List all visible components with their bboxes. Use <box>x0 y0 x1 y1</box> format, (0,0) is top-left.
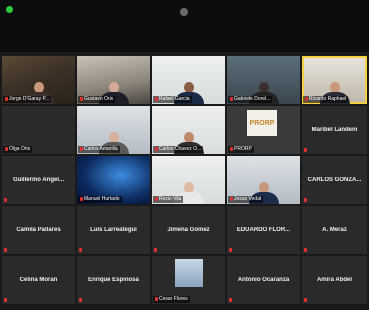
muted-mic-icon <box>229 248 232 252</box>
video-tile[interactable]: PRORP PRORP <box>227 106 300 154</box>
muted-mic-icon <box>5 146 8 151</box>
video-tile[interactable]: Jesus Vedat <box>227 156 300 204</box>
muted-mic-icon <box>229 298 232 302</box>
muted-mic-icon <box>4 198 7 202</box>
video-tile[interactable]: Enrique Espinosa <box>77 256 150 304</box>
video-tile[interactable]: Cesar Flores <box>152 256 225 304</box>
participant-label: Olga Oris <box>3 146 33 153</box>
connection-status-icon <box>6 6 13 13</box>
video-tile[interactable]: Luis Larreategui <box>77 206 150 254</box>
participant-label: Rocio Vila <box>153 196 184 203</box>
video-tile[interactable]: Camila Pallares <box>2 206 75 254</box>
video-tile[interactable]: Olga Oris <box>2 106 75 154</box>
participant-name: Amira Abdel <box>316 277 353 283</box>
muted-mic-icon <box>305 96 308 101</box>
participant-label: Carlos Chavez O... <box>153 146 204 153</box>
video-tile[interactable]: Guillermo Angel... <box>2 156 75 204</box>
muted-mic-icon <box>154 248 157 252</box>
muted-mic-icon <box>5 96 8 101</box>
muted-mic-icon <box>80 96 83 101</box>
video-tile[interactable]: Rocio Vila <box>152 156 225 204</box>
participant-label: Manuel Hurtado <box>78 196 122 203</box>
video-tile[interactable]: Rafael Garcia <box>152 56 225 104</box>
participant-label: Gustavo Oris <box>78 96 116 103</box>
participant-name: Jimena Gomez <box>167 227 210 233</box>
muted-mic-icon <box>79 298 82 302</box>
camera-icon[interactable] <box>180 8 188 16</box>
participant-name: CARLOS GONZA... <box>307 177 362 183</box>
participant-label: Jesus Vedat <box>228 196 264 203</box>
participant-name: Celina Moran <box>19 277 58 283</box>
video-tile[interactable]: Jimena Gomez <box>152 206 225 254</box>
participant-name: Camila Pallares <box>16 227 61 233</box>
participant-name: Enrique Espinosa <box>88 277 139 283</box>
video-tile[interactable]: Gabriele Dorel... <box>227 56 300 104</box>
video-tile[interactable]: Celina Moran <box>2 256 75 304</box>
participant-label: Carlos Amarilla <box>78 146 120 153</box>
video-tile[interactable]: Gustavo Oris <box>77 56 150 104</box>
muted-mic-icon <box>304 148 307 152</box>
video-tile[interactable]: CARLOS GONZA... <box>302 156 367 204</box>
video-tile[interactable]: EDUARDO FLOR... <box>227 206 300 254</box>
participant-name: Antonio Ocaranza <box>237 277 290 283</box>
muted-mic-icon <box>79 248 82 252</box>
muted-mic-icon <box>230 96 233 101</box>
muted-mic-icon <box>155 96 158 101</box>
participant-name: A. Meraz <box>322 227 347 233</box>
participant-label: PRORP <box>228 146 254 153</box>
video-tile[interactable]: A. Meraz <box>302 206 367 254</box>
video-tile[interactable]: Manuel Hurtado <box>77 156 150 204</box>
muted-mic-icon <box>155 146 158 151</box>
muted-mic-icon <box>80 196 83 201</box>
participant-label: Ricardo Raphael <box>303 96 349 103</box>
muted-mic-icon <box>230 196 233 201</box>
muted-mic-icon <box>80 146 83 151</box>
muted-mic-icon <box>4 248 7 252</box>
video-tile[interactable]: Carlos Amarilla <box>77 106 150 154</box>
video-tile[interactable]: Amira Abdel <box>302 256 367 304</box>
profile-photo <box>174 259 203 287</box>
top-bar <box>0 0 369 52</box>
video-tile[interactable]: Jorge D'Garay P... <box>2 56 75 104</box>
muted-mic-icon <box>304 298 307 302</box>
muted-mic-icon <box>155 196 158 201</box>
muted-mic-icon <box>4 298 7 302</box>
active-speaker-tile[interactable]: Ricardo Raphael <box>302 56 367 104</box>
video-tile[interactable]: Antonio Ocaranza <box>227 256 300 304</box>
participant-label: Gabriele Dorel... <box>228 96 273 103</box>
video-tile[interactable]: Maribel Landeni <box>302 106 367 154</box>
gallery-grid: Jorge D'Garay P... Gustavo Oris Rafael G… <box>2 56 367 306</box>
muted-mic-icon <box>230 146 233 151</box>
zoom-meeting-screen: Jorge D'Garay P... Gustavo Oris Rafael G… <box>0 0 369 310</box>
prorp-logo: PRORP <box>247 110 277 136</box>
participant-name: EDUARDO FLOR... <box>236 227 291 233</box>
muted-mic-icon <box>155 296 158 301</box>
participant-label: Cesar Flores <box>153 296 190 303</box>
video-tile[interactable]: Carlos Chavez O... <box>152 106 225 154</box>
participant-name: Guillermo Angel... <box>12 177 65 183</box>
participant-label: Jorge D'Garay P... <box>3 96 52 103</box>
participant-name: Maribel Landeni <box>311 127 358 133</box>
muted-mic-icon <box>304 198 307 202</box>
participant-label: Rafael Garcia <box>153 96 192 103</box>
muted-mic-icon <box>304 248 307 252</box>
participant-name: Luis Larreategui <box>90 227 137 233</box>
